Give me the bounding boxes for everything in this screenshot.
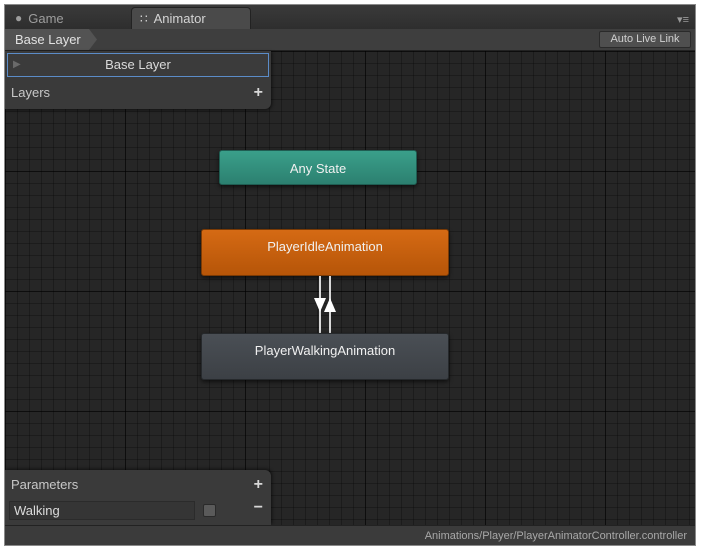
arrow-up-icon <box>324 298 336 312</box>
auto-live-link-button[interactable]: Auto Live Link <box>599 31 691 48</box>
pacman-icon: ● <box>15 11 23 25</box>
layers-header: Layers + <box>5 81 271 105</box>
transition-arrows[interactable] <box>310 276 340 333</box>
state-player-walking[interactable]: PlayerWalkingAnimation <box>201 333 449 380</box>
remove-parameter-button[interactable]: − <box>254 499 263 517</box>
tab-game[interactable]: ● Game <box>9 7 129 29</box>
window-menu-icon[interactable]: ▾≡ <box>677 13 689 26</box>
tab-game-label: Game <box>28 10 64 26</box>
layers-panel: ▶ Base Layer Layers + <box>5 51 271 109</box>
parameter-name-field[interactable]: Walking <box>9 501 195 520</box>
state-player-idle-label: PlayerIdleAnimation <box>267 239 383 254</box>
parameter-walking-checkbox[interactable] <box>203 504 216 517</box>
state-player-walking-label: PlayerWalkingAnimation <box>254 343 396 358</box>
status-bar: Animations/Player/PlayerAnimatorControll… <box>5 525 695 545</box>
add-layer-button[interactable]: + <box>254 81 263 105</box>
parameter-row-walking: Walking − <box>5 499 271 522</box>
parameters-header: Parameters + <box>5 473 271 497</box>
parameters-panel: Parameters + Walking − <box>5 470 271 525</box>
state-any-state[interactable]: Any State <box>219 150 417 185</box>
arrow-down-icon <box>314 298 326 312</box>
tab-animator[interactable]: ∷ Animator <box>131 7 251 29</box>
state-machine-graph[interactable] <box>5 51 695 525</box>
layer-item-label: Base Layer <box>105 57 171 72</box>
controller-path: Animations/Player/PlayerAnimatorControll… <box>424 530 687 542</box>
play-icon: ▶ <box>13 59 21 70</box>
breadcrumb-base-layer[interactable]: Base Layer <box>5 29 97 50</box>
parameters-header-label: Parameters <box>11 477 79 492</box>
tab-animator-label: Animator <box>153 11 206 26</box>
state-player-idle[interactable]: PlayerIdleAnimation <box>201 229 449 276</box>
tab-bar: ● Game ∷ Animator ▾≡ <box>5 5 695 29</box>
add-parameter-button[interactable]: + <box>254 473 263 497</box>
layer-item-base-layer[interactable]: ▶ Base Layer <box>7 53 269 77</box>
toolbar: Base Layer Auto Live Link <box>5 29 695 51</box>
state-any-state-label: Any State <box>289 161 347 176</box>
animator-window: ● Game ∷ Animator ▾≡ Base Layer Auto Liv… <box>4 4 696 546</box>
animator-icon: ∷ <box>140 11 148 26</box>
layers-header-label: Layers <box>11 85 51 100</box>
